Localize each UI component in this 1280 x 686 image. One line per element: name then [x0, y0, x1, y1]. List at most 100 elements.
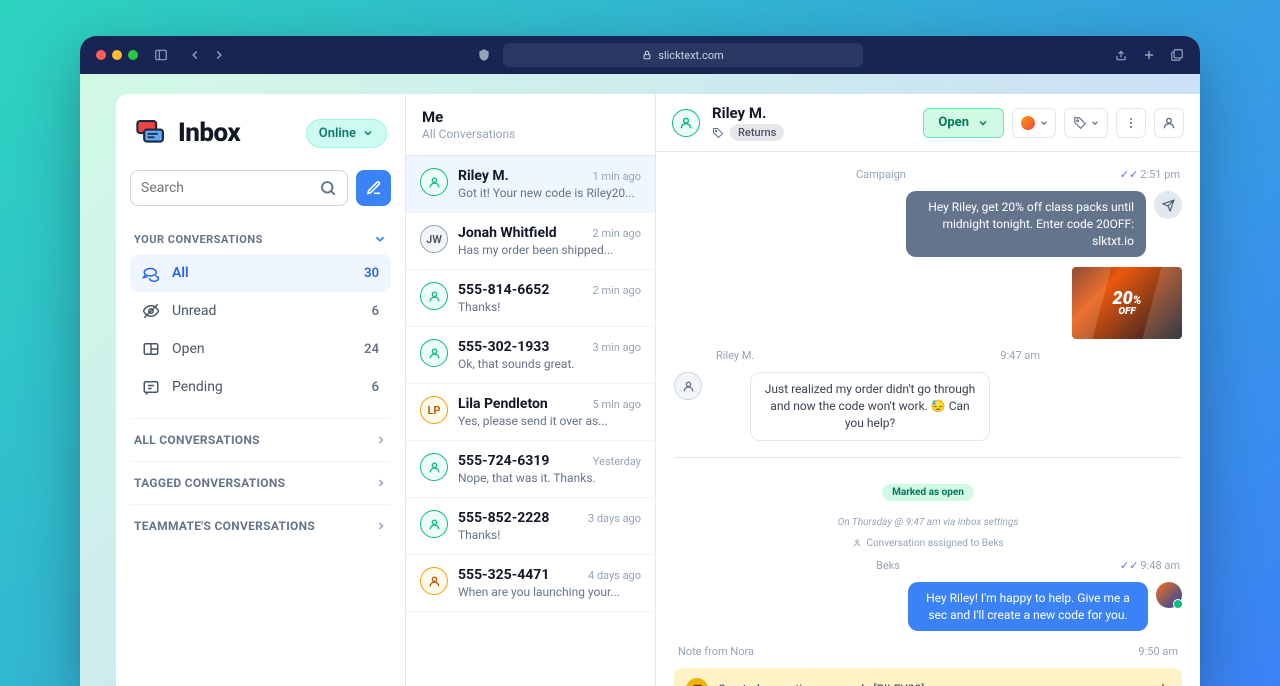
chevron-down-icon — [1090, 118, 1100, 128]
compose-button[interactable] — [356, 170, 391, 206]
open-icon — [142, 340, 160, 358]
unread-icon — [142, 302, 160, 320]
conversation-name: 555-852-2228 — [458, 510, 549, 526]
conversation-preview: Thanks! — [458, 300, 641, 314]
user-icon — [852, 538, 862, 548]
list-subtitle: All Conversations — [422, 127, 639, 141]
avatar — [420, 453, 448, 481]
sidebar-toggle-icon[interactable] — [154, 48, 168, 62]
conversation-name: Lila Pendleton — [458, 396, 548, 412]
chevron-right-icon — [375, 434, 387, 446]
conversation-name: 555-724-6319 — [458, 453, 549, 469]
conversation-preview: Has my order been shipped... — [458, 243, 641, 257]
tag-menu-button[interactable] — [1064, 108, 1108, 138]
conversation-time: 3 days ago — [588, 512, 641, 525]
note-icon — [686, 678, 708, 686]
conversation-item[interactable]: LPLila Pendleton5 min agoYes, please sen… — [406, 384, 655, 441]
avatar: JW — [420, 225, 448, 253]
avatar — [420, 168, 448, 196]
conversation-time: 4 days ago — [588, 569, 641, 582]
conversation-preview: Nope, that was it. Thanks. — [458, 471, 641, 485]
status-pill[interactable]: Online — [306, 119, 387, 148]
conversation-time: 5 min ago — [593, 398, 641, 411]
user-icon — [1162, 116, 1176, 130]
conversation-item[interactable]: 555-724-6319 Yesterday Nope, that was it. … — [406, 441, 655, 498]
note: Created a one-time use code [RILEY20] — [674, 668, 1182, 686]
traffic-lights[interactable] — [96, 50, 138, 60]
section-all-conversations[interactable]: ALL CONVERSATIONS — [130, 418, 391, 461]
chevron-down-icon — [373, 232, 387, 246]
conversation-name: 555-814-6652 — [458, 282, 549, 298]
plus-icon[interactable] — [1142, 48, 1156, 62]
meta-assignment: Conversation assigned to Beks — [674, 538, 1182, 549]
contact-button[interactable] — [1154, 108, 1184, 138]
chevron-down-icon — [1039, 118, 1049, 128]
conversation-preview: Got it! Your new code is Riley20... — [458, 186, 641, 200]
section-your-conversations[interactable]: YOUR CONVERSATIONS — [130, 224, 391, 254]
section-tagged-conversations[interactable]: TAGGED CONVERSATIONS — [130, 461, 391, 504]
more-button[interactable] — [1116, 108, 1146, 138]
campaign-message: Hey Riley, get 20% off class packs until… — [906, 191, 1146, 257]
message-meta: Campaign ✓✓2:51 pm — [854, 168, 1182, 181]
chat-tag[interactable]: Returns — [730, 124, 784, 141]
conversation-time: 2 min ago — [593, 227, 641, 240]
conversation-time: Yesterday — [593, 455, 641, 468]
nav-all[interactable]: All30 — [130, 254, 391, 292]
chat-icon — [142, 264, 160, 282]
more-vertical-icon[interactable] — [1156, 682, 1170, 686]
search-icon — [319, 179, 337, 197]
assignee-button[interactable] — [1012, 108, 1056, 138]
conversation-item[interactable]: Riley M. 1 min ago Got it! Your new code i… — [406, 156, 655, 213]
back-icon[interactable] — [188, 48, 202, 62]
avatar: LP — [420, 396, 448, 424]
agent-avatar — [1156, 582, 1182, 608]
forward-icon[interactable] — [212, 48, 226, 62]
browser-chrome: slicktext.com — [80, 36, 1200, 74]
compose-icon — [366, 180, 382, 196]
search-input[interactable] — [141, 180, 319, 196]
tag-icon — [712, 127, 724, 139]
search-box[interactable] — [130, 170, 348, 206]
agent-message: Hey Riley! I'm happy to help. Give me a … — [908, 582, 1148, 632]
conversation-item[interactable]: 555-302-19333 min agoOk, that sounds gre… — [406, 327, 655, 384]
conversation-time: 2 min ago — [593, 284, 641, 297]
conversation-item[interactable]: 555-325-4471 4 days ago When are you launc… — [406, 555, 655, 612]
note-header: Note from Nora9:50 am — [674, 645, 1182, 658]
chat-title: Riley M. — [712, 104, 784, 122]
nav-pending[interactable]: Pending6 — [130, 368, 391, 406]
conversation-name: 555-325-4471 — [458, 567, 549, 583]
chevron-right-icon — [375, 477, 387, 489]
conversation-time: 3 min ago — [593, 341, 641, 354]
tabs-icon[interactable] — [1170, 48, 1184, 62]
message-meta: Beks ✓✓9:48 am — [874, 559, 1182, 572]
status-open-button[interactable]: Open — [923, 108, 1004, 138]
list-title: Me — [422, 108, 639, 126]
pending-icon — [142, 378, 160, 396]
meta-timestamp: On Thursday @ 9:47 am via inbox settings — [674, 517, 1182, 528]
nav-unread[interactable]: Unread6 — [130, 292, 391, 330]
lock-icon — [642, 50, 652, 60]
section-teammates-conversations[interactable]: TEAMMATE'S CONVERSATIONS — [130, 504, 391, 547]
conversation-item[interactable]: JW Jonah Whitfield 2 min ago Has my order b… — [406, 213, 655, 270]
message-meta: Riley M.9:47 am — [714, 349, 1042, 362]
conversation-time: 1 min ago — [593, 170, 641, 183]
more-vertical-icon — [1124, 116, 1138, 130]
shield-icon[interactable] — [477, 48, 491, 62]
chevron-down-icon — [362, 127, 374, 139]
conversation-item[interactable]: 555-852-2228 3 days ago Thanks! — [406, 498, 655, 555]
share-icon[interactable] — [1114, 48, 1128, 62]
avatar — [420, 339, 448, 367]
conversation-preview: Thanks! — [458, 528, 641, 542]
nav-open[interactable]: Open24 — [130, 330, 391, 368]
conversation-name: Jonah Whitfield — [458, 225, 557, 241]
contact-avatar-icon — [674, 372, 702, 400]
url-bar[interactable]: slicktext.com — [503, 43, 863, 67]
conversation-list: Me All Conversations Riley M. 1 min ago Go… — [406, 94, 656, 686]
conversation-item[interactable]: 555-814-6652 2 min ago Thanks! — [406, 270, 655, 327]
conversation-name: Riley M. — [458, 168, 509, 184]
inbox-logo-icon — [134, 116, 168, 150]
conversation-preview: Ok, that sounds great. — [458, 357, 641, 371]
sidebar: Inbox Online YOUR CONVER — [116, 94, 406, 686]
chat-avatar — [672, 109, 700, 137]
conversation-preview: When are you launching your... — [458, 585, 641, 599]
